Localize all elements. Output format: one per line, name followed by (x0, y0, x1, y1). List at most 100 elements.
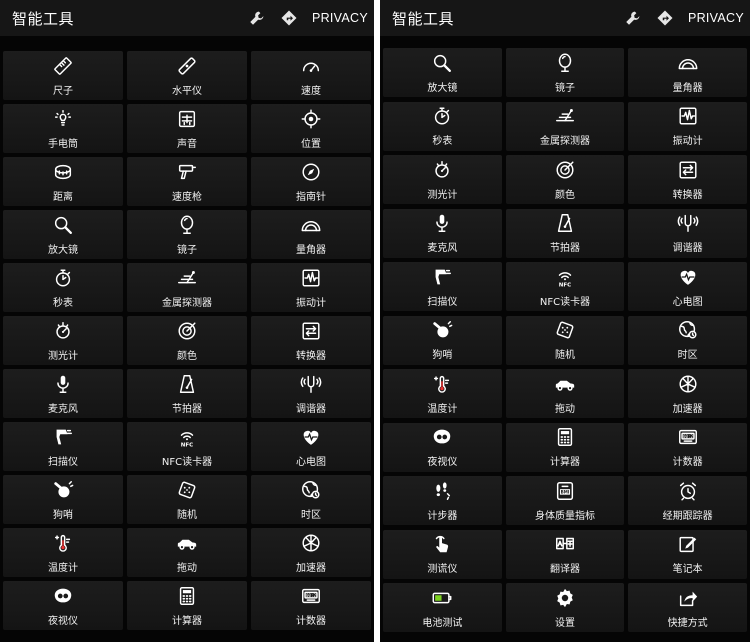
tool-tile-thermo[interactable]: 温度计 (383, 369, 502, 418)
tool-tile-counter[interactable]: 00:2 计数器 (251, 581, 371, 630)
tool-tile-color[interactable]: 颜色 (127, 316, 247, 365)
tool-tile-location[interactable]: 位置 (251, 104, 371, 153)
tool-tile-tuner[interactable]: 调谐器 (628, 208, 747, 258)
tool-label: 计算器 (549, 457, 580, 468)
tool-tile-bmi[interactable]: BMI 身体质量指标 (505, 476, 625, 525)
tool-tile-whistle[interactable]: 狗哨 (383, 315, 502, 365)
tool-tile-tuner[interactable]: 调谐器 (251, 369, 371, 418)
tool-label: 拖动 (177, 562, 197, 574)
tool-tile-battery[interactable]: 电池测试 (383, 583, 502, 632)
tool-tile-alarm[interactable]: 经期跟踪器 (628, 476, 747, 525)
tool-tile-vibration[interactable]: 振动计 (251, 263, 371, 312)
nfc-icon: NFC (176, 426, 198, 448)
protractor-icon (300, 214, 322, 236)
tool-tile-settings[interactable]: 设置 (505, 583, 625, 632)
tool-tile-night[interactable]: 夜视仪 (3, 581, 123, 630)
tool-label: 量角器 (672, 82, 703, 94)
tool-tile-converter[interactable]: 转换器 (251, 316, 371, 365)
night-icon (431, 426, 453, 448)
tool-tile-metronome[interactable]: 节拍器 (505, 208, 625, 258)
tool-label: 扫描仪 (48, 456, 78, 468)
app-bar: 智能工具 PRIVACY (0, 0, 374, 36)
tool-tile-counter[interactable]: 00:2 计数器 (628, 422, 747, 472)
tool-tile-flashlight[interactable]: 手电筒 (3, 104, 123, 153)
mirror-icon (554, 52, 576, 74)
tool-tile-metal[interactable]: 金属探测器 (505, 101, 625, 151)
tool-tile-vibration[interactable]: 振动计 (628, 101, 747, 151)
tool-tile-calc[interactable]: 计算器 (127, 581, 247, 630)
tool-tile-sound[interactable]: 声音 (127, 104, 247, 153)
tool-tile-heart[interactable]: 心电图 (251, 422, 371, 471)
left-screen: 智能工具 PRIVACY 尺子 水平仪 速度手电筒 声音 位置距离 速度枪 指南针放大镜 镜子… (0, 0, 374, 642)
tool-tile-distance[interactable]: 距离 (3, 157, 123, 206)
tool-tile-accel[interactable]: 加速器 (628, 369, 747, 418)
tool-tile-car[interactable]: 拖动 (505, 369, 625, 418)
tool-tile-speed[interactable]: 速度 (251, 51, 371, 100)
tool-tile-mic[interactable]: 麦克风 (3, 369, 123, 418)
tool-tile-mirror[interactable]: 镜子 (505, 48, 625, 97)
tool-label: 放大镜 (48, 244, 78, 256)
tool-tile-notebook[interactable]: 笔记本 (628, 529, 747, 579)
tool-tile-night[interactable]: 夜视仪 (383, 422, 502, 472)
tool-tile-accel[interactable]: 加速器 (251, 528, 371, 577)
scanner-icon (431, 266, 453, 288)
tool-label: 计算器 (172, 615, 202, 627)
tool-tile-lightmeter[interactable]: 测光计 (3, 316, 123, 365)
tool-tile-lightmeter[interactable]: 测光计 (383, 155, 502, 204)
tool-tile-steps[interactable]: 计步器 (383, 476, 502, 525)
tool-tile-level[interactable]: 水平仪 (127, 51, 247, 100)
tool-label: 测光计 (427, 189, 458, 201)
tool-tile-speedgun[interactable]: 速度枪 (127, 157, 247, 206)
tool-label: 水平仪 (172, 85, 202, 97)
accel-icon (300, 532, 322, 554)
tool-tile-compass[interactable]: 指南针 (251, 157, 371, 206)
tool-tile-converter[interactable]: 转换器 (628, 155, 747, 204)
tool-label: 笔记本 (672, 564, 703, 575)
privacy-button[interactable]: PRIVACY (688, 11, 744, 25)
wrench-icon[interactable] (248, 9, 266, 27)
tool-label: 镜子 (554, 82, 575, 94)
tool-tile-scanner[interactable]: 扫描仪 (3, 422, 123, 471)
tool-tile-ruler[interactable]: 尺子 (3, 51, 123, 100)
tool-label: 心电图 (672, 296, 703, 308)
tool-tile-nfc[interactable]: NFC NFC读卡器 (505, 262, 625, 311)
directions-icon[interactable] (280, 9, 298, 27)
bmi-icon: BMI (554, 480, 576, 502)
tool-tile-thermo[interactable]: 温度计 (3, 528, 123, 577)
tool-tile-touch[interactable]: 测谎仪 (383, 529, 502, 579)
tool-tile-whistle[interactable]: 狗哨 (3, 475, 123, 524)
privacy-button[interactable]: PRIVACY (312, 11, 368, 25)
calc-icon (176, 585, 198, 607)
tool-tile-dice[interactable]: 随机 (505, 315, 625, 365)
tool-tile-car[interactable]: 拖动 (127, 528, 247, 577)
tool-tile-globe[interactable]: 时区 (628, 315, 747, 365)
tool-label: 位置 (301, 138, 321, 150)
sound-icon (176, 108, 198, 130)
tool-tile-mirror[interactable]: 镜子 (127, 210, 247, 259)
tool-label: 夜视仪 (427, 457, 458, 468)
tool-tile-metronome[interactable]: 节拍器 (127, 369, 247, 418)
directions-icon[interactable] (656, 9, 674, 27)
tool-label: 手电筒 (48, 138, 78, 150)
touch-icon (431, 533, 453, 555)
tool-tile-stopwatch[interactable]: 秒表 (3, 263, 123, 312)
tool-tile-translate[interactable]: 翻译器 (505, 529, 625, 579)
tool-tile-globe[interactable]: 时区 (251, 475, 371, 524)
location-icon (300, 108, 322, 130)
tool-tile-heart[interactable]: 心电图 (628, 262, 747, 311)
tool-tile-color[interactable]: 颜色 (505, 155, 625, 204)
tool-tile-share[interactable]: 快捷方式 (628, 583, 747, 632)
tool-tile-scanner[interactable]: 扫描仪 (383, 262, 502, 311)
tool-tile-metal[interactable]: 金属探测器 (127, 263, 247, 312)
night-icon (52, 585, 74, 607)
tool-tile-magnifier[interactable]: 放大镜 (3, 210, 123, 259)
tool-tile-protractor[interactable]: 量角器 (628, 48, 747, 97)
tool-tile-protractor[interactable]: 量角器 (251, 210, 371, 259)
tool-tile-dice[interactable]: 随机 (127, 475, 247, 524)
tool-tile-mic[interactable]: 麦克风 (383, 208, 502, 258)
tool-tile-calc[interactable]: 计算器 (505, 422, 625, 472)
tool-tile-magnifier[interactable]: 放大镜 (383, 48, 502, 97)
tool-tile-nfc[interactable]: NFC NFC读卡器 (127, 422, 247, 471)
tool-tile-stopwatch[interactable]: 秒表 (383, 101, 502, 151)
wrench-icon[interactable] (624, 9, 642, 27)
